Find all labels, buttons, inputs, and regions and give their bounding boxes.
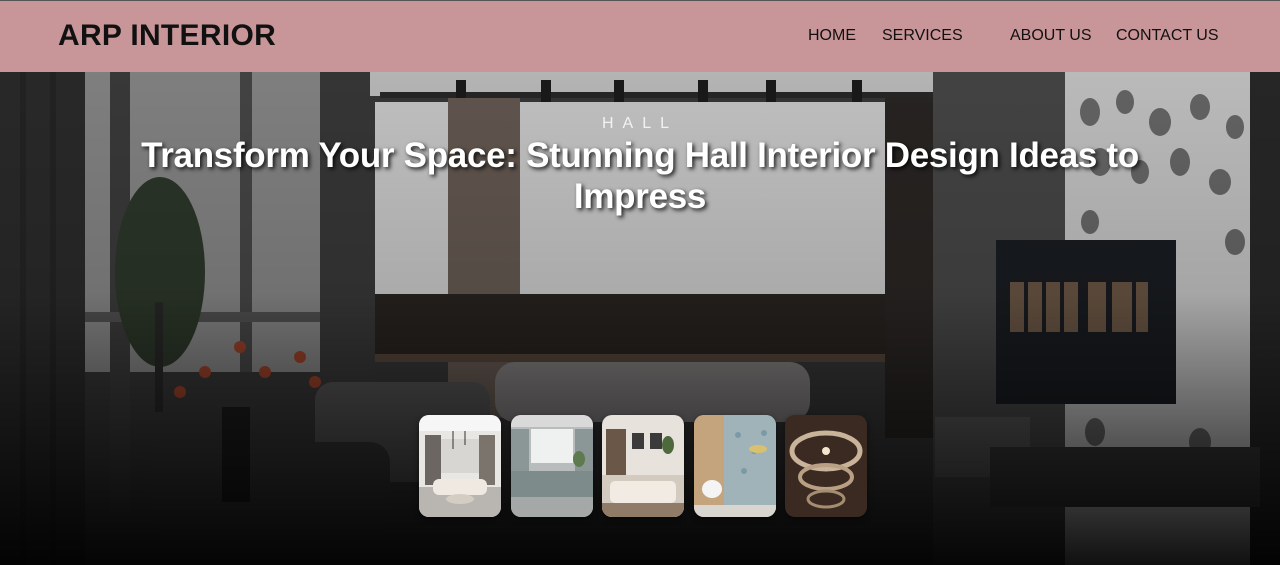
site-header: ARP INTERIOR HOME SERVICES ABOUT US CONT… xyxy=(0,0,1280,72)
bedroom-thumbnail-icon xyxy=(602,415,684,517)
kitchen-thumbnail-icon xyxy=(511,415,593,517)
ceiling-thumbnail-icon xyxy=(785,415,867,517)
hero-headline: Transform Your Space: Stunning Hall Inte… xyxy=(141,136,1139,216)
living-room-thumbnail-icon xyxy=(419,415,501,517)
hero-banner: HALL Transform Your Space: Stunning Hall… xyxy=(0,72,1280,565)
nav-services[interactable]: SERVICES xyxy=(882,27,963,45)
nav-home[interactable]: HOME xyxy=(808,27,856,45)
nav-contact-us[interactable]: CONTACT US xyxy=(1116,27,1219,45)
thumbnail-living-room[interactable] xyxy=(419,415,501,517)
thumbnail-ceiling[interactable] xyxy=(785,415,867,517)
thumbnail-kitchen[interactable] xyxy=(511,415,593,517)
bathroom-thumbnail-icon xyxy=(694,415,776,517)
nav-about-us[interactable]: ABOUT US xyxy=(1010,27,1092,45)
brand-logo[interactable]: ARP INTERIOR xyxy=(58,19,276,53)
hero-category-label: HALL xyxy=(601,115,679,132)
thumbnail-bedroom[interactable] xyxy=(602,415,684,517)
thumbnail-bathroom[interactable] xyxy=(694,415,776,517)
thumbnail-carousel xyxy=(419,415,869,517)
